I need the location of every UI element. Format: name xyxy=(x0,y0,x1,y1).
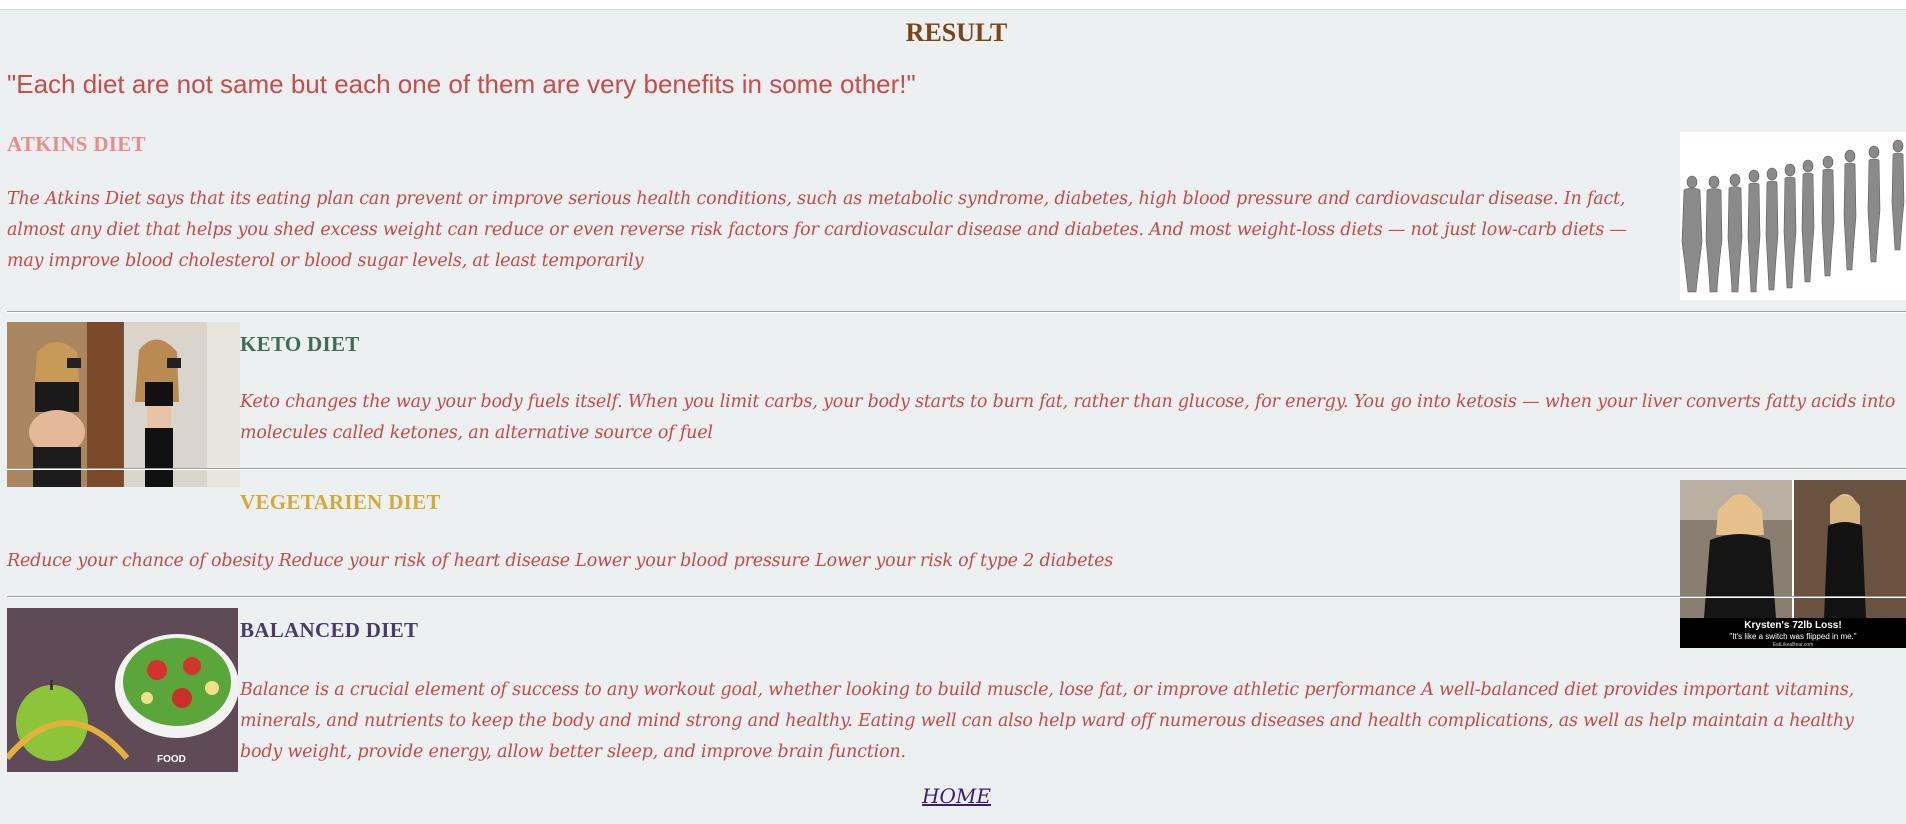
home-link[interactable]: HOME xyxy=(7,784,1906,808)
salad-photo: FOOD xyxy=(7,608,238,772)
vegetarien-caption-line1: Krysten's 72lb Loss! xyxy=(1744,620,1841,631)
balanced-text: Balance is a crucial element of success … xyxy=(240,680,1854,762)
top-border xyxy=(0,0,1906,10)
balanced-title: BALANCED DIET xyxy=(240,618,419,642)
keto-photo xyxy=(7,322,240,487)
vegetarien-text: Reduce your chance of obesity Reduce you… xyxy=(7,551,1114,571)
vegetarien-title: VEGETARIEN DIET xyxy=(240,490,441,514)
food-badge-text: FOOD xyxy=(157,754,186,765)
vegetarien-caption-line3: EatLikeaBear.com xyxy=(1773,642,1814,648)
balanced-food-image: FOOD xyxy=(7,608,238,772)
page-quote: "Each diet are not same but each one of … xyxy=(7,69,916,99)
page-title: RESULT xyxy=(905,18,1008,47)
vegetarien-photo: Krysten's 72lb Loss! "It's like a switch… xyxy=(1680,480,1906,648)
section-divider xyxy=(7,311,1906,313)
atkins-title: ATKINS DIET xyxy=(7,132,146,156)
section-divider xyxy=(7,596,1906,598)
silhouettes-image xyxy=(1680,132,1906,300)
keto-title: KETO DIET xyxy=(240,332,360,356)
atkins-text: The Atkins Diet says that its eating pla… xyxy=(7,189,1627,271)
vegetarien-caption-line2: "It's like a switch was flipped in me." xyxy=(1729,632,1856,641)
vegetarien-before-after-image: Krysten's 72lb Loss! "It's like a switch… xyxy=(1680,480,1906,648)
keto-text: Keto changes the way your body fuels its… xyxy=(240,392,1896,443)
atkins-weight-loss-image xyxy=(1680,132,1906,300)
section-divider xyxy=(7,468,1906,470)
keto-before-after-image xyxy=(7,322,240,487)
result-page: RESULT "Each diet are not same but each … xyxy=(7,11,1906,808)
